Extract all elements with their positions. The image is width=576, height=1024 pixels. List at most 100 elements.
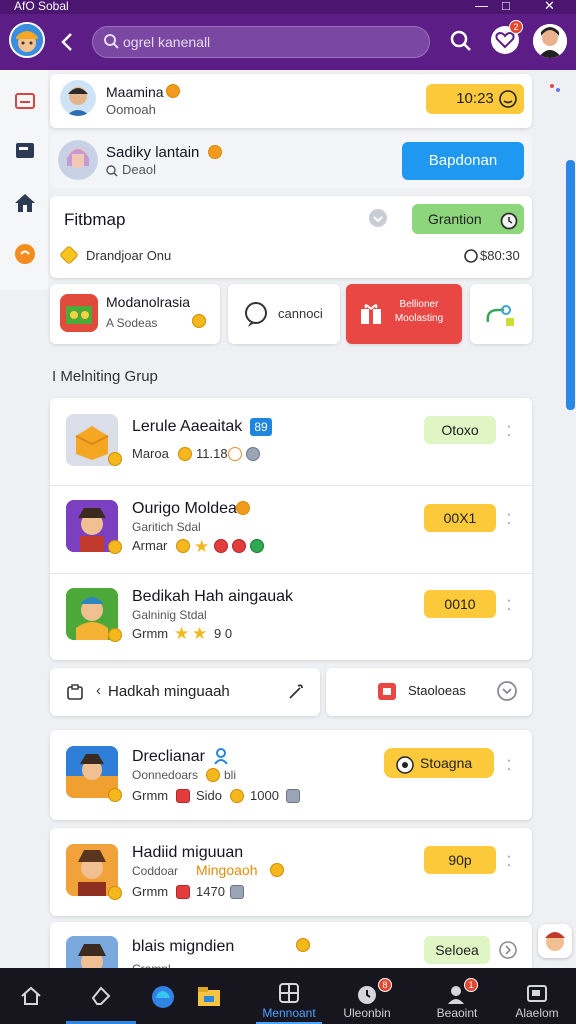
ring-icon: [228, 447, 242, 461]
chat-outline-icon: [89, 984, 113, 1011]
chevron-down-icon[interactable]: [496, 680, 518, 707]
grid-icon: [278, 982, 300, 1007]
quick-tile[interactable]: Bellioner Moolasting: [346, 284, 462, 344]
tab-home[interactable]: [0, 968, 62, 1024]
tab-mennoant[interactable]: Mennoant: [256, 968, 322, 1024]
home-outline-icon: [19, 984, 43, 1011]
person-icon: [214, 748, 228, 769]
account-row[interactable]: Maamina Oomoah 10:23: [50, 74, 532, 128]
edit-icon[interactable]: [286, 682, 306, 707]
game-row[interactable]: Bedikah Hah aingauak Galninig Stdal Grmm…: [50, 574, 532, 660]
info-icon: [246, 447, 260, 461]
game-sub2: Grmm: [132, 884, 169, 899]
status-pill[interactable]: Stoagna: [384, 748, 494, 778]
grant-label: Grantion: [428, 211, 482, 227]
scrollbar[interactable]: [566, 160, 575, 410]
more-icon[interactable]: ⁚: [506, 512, 512, 526]
green-dot-icon: [250, 539, 264, 553]
more-icon[interactable]: ⁚: [506, 424, 512, 438]
grey-tag-icon: [286, 789, 300, 803]
game-icon: [60, 294, 98, 332]
more-icon[interactable]: ⁚: [506, 598, 512, 612]
game-row[interactable]: Hadiid miguuan Coddoar Mingoaoh Grmm 147…: [50, 828, 532, 916]
tag-badge: 89: [250, 418, 272, 436]
game-meta: 1470: [196, 884, 225, 899]
more-icon[interactable]: ⁚: [506, 854, 512, 868]
tab-badge: 8: [378, 978, 392, 992]
inbox-icon[interactable]: [12, 88, 38, 114]
search-bar[interactable]: [92, 26, 430, 58]
game-meta: 11.18: [196, 446, 228, 461]
minimize-button[interactable]: —: [475, 0, 488, 12]
search-input[interactable]: [123, 31, 413, 53]
tile-title: Bellioner Moolasting: [394, 299, 444, 324]
pill-label: Stoagna: [420, 755, 473, 771]
taskbar: Mennoant 8 Uleonbin 1 Beaoint Alaelom: [0, 968, 576, 1024]
shield-icon: [368, 208, 388, 233]
status-pill[interactable]: 00X1: [424, 504, 496, 532]
floating-avatar[interactable]: [538, 924, 572, 958]
board-icon[interactable]: [12, 138, 38, 164]
status-pill[interactable]: 90p: [424, 846, 496, 874]
featured-card[interactable]: Fitbmap Grantion Drandjoar Onu $80:30: [50, 196, 532, 278]
notification-badge: 2: [509, 20, 523, 34]
contact-name: Sadiky lantain: [106, 144, 200, 161]
account-row[interactable]: Sadiky lantain Deaol Bapdonan: [50, 134, 532, 188]
game-row[interactable]: Lerule Aaeaitak 89 Maroa 11.18 Otoxo ⁚: [50, 398, 532, 486]
quick-tile[interactable]: [470, 284, 532, 344]
back-chevron-icon[interactable]: [60, 28, 80, 56]
split-right[interactable]: Staoloeas: [326, 668, 532, 716]
tab-alaelom[interactable]: Alaelom: [504, 968, 570, 1024]
contact-status: Oomoah: [106, 102, 156, 117]
chevron-right-icon[interactable]: [498, 940, 518, 965]
favorites-heart-icon[interactable]: 2: [491, 20, 523, 54]
status-coin-icon: [166, 84, 180, 98]
game-row[interactable]: Dreclianar Oonnedoars bli Grmm Sido 1000…: [50, 730, 532, 820]
smiley-icon: [498, 89, 518, 120]
side-rail: [0, 70, 48, 290]
coin-icon: [178, 447, 192, 461]
more-icon[interactable]: ⁚: [506, 758, 512, 772]
tab-label: Mennoant: [262, 1006, 316, 1020]
tab-files[interactable]: [190, 968, 230, 1024]
folder-icon: [196, 984, 222, 1011]
chat-bubble-icon[interactable]: [12, 242, 38, 268]
split-left[interactable]: ‹ Hadkah minguaah: [50, 668, 320, 716]
action-button[interactable]: Bapdonan: [402, 142, 524, 180]
tab-badge: 1: [464, 978, 478, 992]
user-avatar[interactable]: [533, 24, 567, 58]
game-row[interactable]: Ourigo Moldea Garitich Sdal Armar ★ 00X1…: [50, 486, 532, 574]
search-icon[interactable]: [450, 30, 472, 57]
profile-avatar[interactable]: [9, 22, 45, 58]
tab-browser[interactable]: [140, 968, 188, 1024]
game-sub-extra: bli: [224, 768, 237, 782]
status-pill[interactable]: Otoxo: [424, 416, 496, 444]
maximize-button[interactable]: □: [502, 0, 510, 12]
contact-status: Deaol: [122, 162, 156, 177]
tab-chat[interactable]: [66, 968, 136, 1024]
tab-beaoint[interactable]: 1 Beaoint: [424, 968, 490, 1024]
status-pill[interactable]: 0010: [424, 590, 496, 618]
speech-bubble-icon: [242, 300, 270, 333]
tile-title: cannoci: [278, 306, 323, 321]
game-sub: Oonnedoars: [132, 768, 199, 782]
star-icon: [59, 245, 79, 265]
tab-label: Beaoint: [436, 1006, 478, 1020]
time-pill[interactable]: 10:23: [426, 84, 524, 114]
grant-button[interactable]: Grantion: [412, 204, 524, 234]
game-sub2: Grmm: [132, 788, 169, 803]
quick-tile[interactable]: Modanolrasia A Sodeas: [50, 284, 220, 344]
section-title: I Melniting Grup: [52, 368, 158, 385]
tab-uleonbin[interactable]: 8 Uleonbin: [334, 968, 400, 1024]
featured-amount: $80:30: [480, 248, 520, 263]
status-pill[interactable]: Seloea: [424, 936, 490, 964]
sparkle-icon: [548, 80, 562, 99]
star-icon: ★: [194, 537, 210, 556]
close-button[interactable]: ✕: [544, 0, 555, 12]
game-sub: Galninig Stdal: [132, 608, 207, 622]
quick-tile[interactable]: cannoci: [228, 284, 340, 344]
featured-line: Drandjoar Onu: [86, 248, 172, 263]
grey-tag-icon: [230, 885, 244, 899]
home-icon[interactable]: [12, 190, 38, 216]
game-meta: Sido: [196, 788, 223, 803]
